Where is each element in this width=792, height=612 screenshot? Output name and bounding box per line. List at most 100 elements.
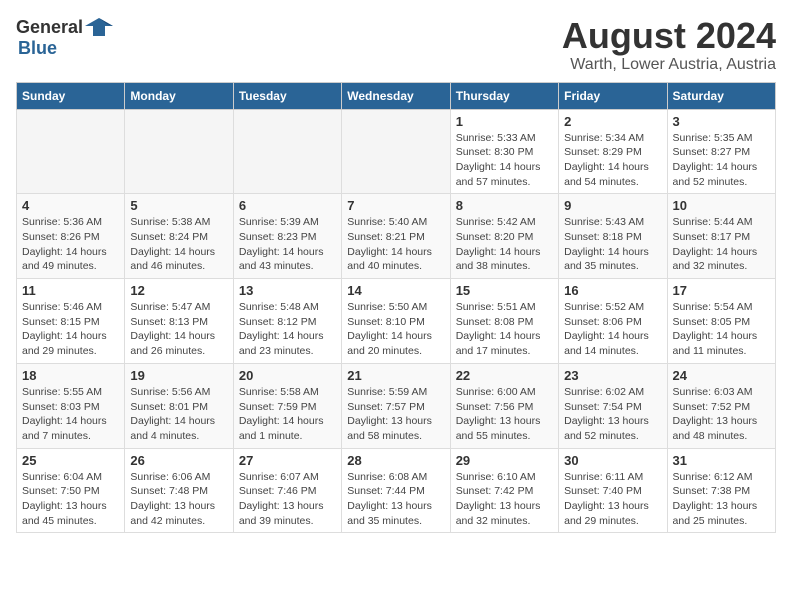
calendar-cell (233, 109, 341, 194)
day-number: 29 (456, 453, 553, 468)
day-detail: Sunrise: 5:44 AM Sunset: 8:17 PM Dayligh… (673, 215, 770, 274)
day-number: 22 (456, 368, 553, 383)
day-number: 14 (347, 283, 444, 298)
calendar-cell: 27 Sunrise: 6:07 AM Sunset: 7:46 PM Dayli… (233, 448, 341, 533)
calendar-cell: 31 Sunrise: 6:12 AM Sunset: 7:38 PM Dayli… (667, 448, 775, 533)
week-row-2: 4 Sunrise: 5:36 AM Sunset: 8:26 PM Daylig… (17, 194, 776, 279)
logo-blue: Blue (18, 38, 57, 59)
calendar-title: August 2024 (562, 16, 776, 56)
week-row-1: 1Sunrise: 5:33 AM Sunset: 8:30 PM Daylig… (17, 109, 776, 194)
calendar-subtitle: Warth, Lower Austria, Austria (562, 56, 776, 74)
day-detail: Sunrise: 5:52 AM Sunset: 8:06 PM Dayligh… (564, 300, 661, 359)
calendar-cell: 4 Sunrise: 5:36 AM Sunset: 8:26 PM Daylig… (17, 194, 125, 279)
calendar-cell: 21Sunrise: 5:59 AM Sunset: 7:57 PM Dayli… (342, 363, 450, 448)
calendar-cell: 12 Sunrise: 5:47 AM Sunset: 8:13 PM Dayli… (125, 279, 233, 364)
day-detail: Sunrise: 5:54 AM Sunset: 8:05 PM Dayligh… (673, 300, 770, 359)
header-day-sunday: Sunday (17, 82, 125, 109)
day-number: 3 (673, 114, 770, 129)
calendar-cell (125, 109, 233, 194)
day-number: 12 (130, 283, 227, 298)
calendar-cell: 13 Sunrise: 5:48 AM Sunset: 8:12 PM Dayli… (233, 279, 341, 364)
day-detail: Sunrise: 5:46 AM Sunset: 8:15 PM Dayligh… (22, 300, 119, 359)
calendar-cell: 1Sunrise: 5:33 AM Sunset: 8:30 PM Daylig… (450, 109, 558, 194)
day-number: 11 (22, 283, 119, 298)
header-day-thursday: Thursday (450, 82, 558, 109)
day-number: 4 (22, 198, 119, 213)
day-number: 5 (130, 198, 227, 213)
day-detail: Sunrise: 5:55 AM Sunset: 8:03 PM Dayligh… (22, 385, 119, 444)
calendar-cell: 24Sunrise: 6:03 AM Sunset: 7:52 PM Dayli… (667, 363, 775, 448)
header-day-friday: Friday (559, 82, 667, 109)
week-row-5: 25 Sunrise: 6:04 AM Sunset: 7:50 PM Dayli… (17, 448, 776, 533)
calendar-header: SundayMondayTuesdayWednesdayThursdayFrid… (17, 82, 776, 109)
day-detail: Sunrise: 5:38 AM Sunset: 8:24 PM Dayligh… (130, 215, 227, 274)
day-number: 31 (673, 453, 770, 468)
logo-text: General (16, 16, 113, 38)
day-number: 30 (564, 453, 661, 468)
day-number: 9 (564, 198, 661, 213)
day-detail: Sunrise: 5:51 AM Sunset: 8:08 PM Dayligh… (456, 300, 553, 359)
day-number: 28 (347, 453, 444, 468)
calendar-body: 1Sunrise: 5:33 AM Sunset: 8:30 PM Daylig… (17, 109, 776, 533)
header-day-wednesday: Wednesday (342, 82, 450, 109)
day-detail: Sunrise: 5:35 AM Sunset: 8:27 PM Dayligh… (673, 131, 770, 190)
day-number: 25 (22, 453, 119, 468)
calendar-cell: 29 Sunrise: 6:10 AM Sunset: 7:42 PM Dayli… (450, 448, 558, 533)
day-number: 20 (239, 368, 336, 383)
calendar-cell: 6 Sunrise: 5:39 AM Sunset: 8:23 PM Daylig… (233, 194, 341, 279)
calendar-cell: 26 Sunrise: 6:06 AM Sunset: 7:48 PM Dayli… (125, 448, 233, 533)
calendar-cell: 16 Sunrise: 5:52 AM Sunset: 8:06 PM Dayli… (559, 279, 667, 364)
header-day-monday: Monday (125, 82, 233, 109)
day-number: 26 (130, 453, 227, 468)
day-detail: Sunrise: 5:50 AM Sunset: 8:10 PM Dayligh… (347, 300, 444, 359)
calendar-cell: 9 Sunrise: 5:43 AM Sunset: 8:18 PM Daylig… (559, 194, 667, 279)
calendar-cell: 3 Sunrise: 5:35 AM Sunset: 8:27 PM Daylig… (667, 109, 775, 194)
calendar-cell: 28Sunrise: 6:08 AM Sunset: 7:44 PM Dayli… (342, 448, 450, 533)
calendar-cell: 30Sunrise: 6:11 AM Sunset: 7:40 PM Dayli… (559, 448, 667, 533)
day-number: 16 (564, 283, 661, 298)
calendar-cell: 5 Sunrise: 5:38 AM Sunset: 8:24 PM Daylig… (125, 194, 233, 279)
calendar-cell: 25 Sunrise: 6:04 AM Sunset: 7:50 PM Dayli… (17, 448, 125, 533)
day-detail: Sunrise: 5:33 AM Sunset: 8:30 PM Dayligh… (456, 131, 553, 190)
day-detail: Sunrise: 5:42 AM Sunset: 8:20 PM Dayligh… (456, 215, 553, 274)
day-detail: Sunrise: 5:47 AM Sunset: 8:13 PM Dayligh… (130, 300, 227, 359)
day-detail: Sunrise: 5:36 AM Sunset: 8:26 PM Dayligh… (22, 215, 119, 274)
day-detail: Sunrise: 6:07 AM Sunset: 7:46 PM Dayligh… (239, 470, 336, 529)
day-number: 27 (239, 453, 336, 468)
header-day-saturday: Saturday (667, 82, 775, 109)
calendar-cell: 14 Sunrise: 5:50 AM Sunset: 8:10 PM Dayli… (342, 279, 450, 364)
day-detail: Sunrise: 5:59 AM Sunset: 7:57 PM Dayligh… (347, 385, 444, 444)
day-detail: Sunrise: 5:48 AM Sunset: 8:12 PM Dayligh… (239, 300, 336, 359)
day-number: 18 (22, 368, 119, 383)
calendar-cell: 2Sunrise: 5:34 AM Sunset: 8:29 PM Daylig… (559, 109, 667, 194)
logo: General Blue (16, 16, 113, 59)
day-detail: Sunrise: 5:39 AM Sunset: 8:23 PM Dayligh… (239, 215, 336, 274)
day-detail: Sunrise: 6:06 AM Sunset: 7:48 PM Dayligh… (130, 470, 227, 529)
day-detail: Sunrise: 6:10 AM Sunset: 7:42 PM Dayligh… (456, 470, 553, 529)
day-detail: Sunrise: 5:58 AM Sunset: 7:59 PM Dayligh… (239, 385, 336, 444)
week-row-3: 11 Sunrise: 5:46 AM Sunset: 8:15 PM Dayli… (17, 279, 776, 364)
day-detail: Sunrise: 5:43 AM Sunset: 8:18 PM Dayligh… (564, 215, 661, 274)
header-row: SundayMondayTuesdayWednesdayThursdayFrid… (17, 82, 776, 109)
day-number: 24 (673, 368, 770, 383)
calendar-cell (17, 109, 125, 194)
header-day-tuesday: Tuesday (233, 82, 341, 109)
logo-bird-icon (85, 16, 113, 38)
calendar-cell: 18 Sunrise: 5:55 AM Sunset: 8:03 PM Dayli… (17, 363, 125, 448)
logo-blue-row: Blue (16, 38, 57, 59)
day-detail: Sunrise: 6:04 AM Sunset: 7:50 PM Dayligh… (22, 470, 119, 529)
day-detail: Sunrise: 5:40 AM Sunset: 8:21 PM Dayligh… (347, 215, 444, 274)
day-number: 6 (239, 198, 336, 213)
day-detail: Sunrise: 6:12 AM Sunset: 7:38 PM Dayligh… (673, 470, 770, 529)
day-number: 15 (456, 283, 553, 298)
day-number: 13 (239, 283, 336, 298)
calendar-cell: 10 Sunrise: 5:44 AM Sunset: 8:17 PM Dayli… (667, 194, 775, 279)
day-detail: Sunrise: 5:56 AM Sunset: 8:01 PM Dayligh… (130, 385, 227, 444)
calendar-cell: 11 Sunrise: 5:46 AM Sunset: 8:15 PM Dayli… (17, 279, 125, 364)
calendar-cell: 22Sunrise: 6:00 AM Sunset: 7:56 PM Dayli… (450, 363, 558, 448)
calendar-table: SundayMondayTuesdayWednesdayThursdayFrid… (16, 82, 776, 534)
calendar-cell: 15 Sunrise: 5:51 AM Sunset: 8:08 PM Dayli… (450, 279, 558, 364)
day-number: 10 (673, 198, 770, 213)
day-number: 23 (564, 368, 661, 383)
title-block: August 2024 Warth, Lower Austria, Austri… (562, 16, 776, 74)
